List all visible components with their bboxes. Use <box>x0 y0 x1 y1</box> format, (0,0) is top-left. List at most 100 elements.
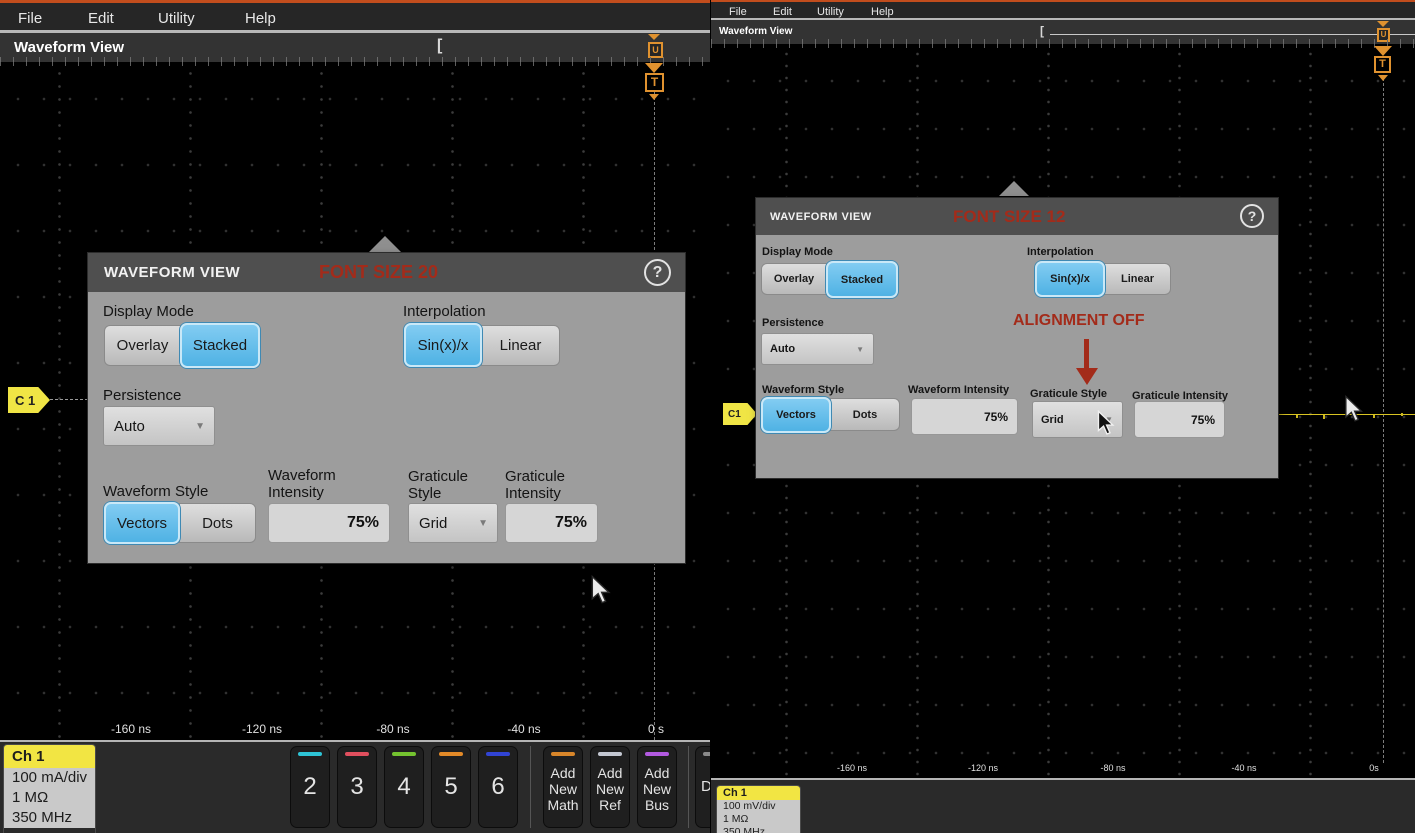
comparison-canvas: File Edit Utility Help Waveform View [ U… <box>0 0 1415 833</box>
time-axis-label: -40 ns <box>1231 763 1256 773</box>
display-mode-label: Display Mode <box>103 303 194 320</box>
divider <box>530 746 531 828</box>
waveform-style-toggle: Vectors Dots <box>761 398 900 433</box>
trigger-caret-icon <box>648 34 660 40</box>
waveform-intensity-input[interactable]: 75% <box>911 398 1018 435</box>
trace-noise <box>1296 415 1298 418</box>
waveform-view-dialog: WAVEFORM VIEW FONT SIZE 12 ? Display Mod… <box>756 198 1278 478</box>
menu-utility[interactable]: Utility <box>158 10 195 27</box>
add-new-bus-button[interactable]: Add New Bus <box>637 746 677 828</box>
help-button[interactable]: ? <box>644 259 671 286</box>
trigger-arrow-icon <box>645 63 663 73</box>
dialog-notch-icon <box>368 236 402 253</box>
ref-color-stripe <box>598 752 622 756</box>
dialog-header[interactable]: WAVEFORM VIEW FONT SIZE 20 ? <box>88 253 685 292</box>
menu-edit[interactable]: Edit <box>88 10 114 27</box>
waveform-style-label: Waveform Style <box>103 483 208 500</box>
linear-button[interactable]: Linear <box>481 325 560 366</box>
graticule-top-ticks <box>711 44 1415 48</box>
scope-screenshot-left: File Edit Utility Help Waveform View [ U… <box>0 0 710 833</box>
trigger-flag[interactable]: T <box>645 73 664 92</box>
persistence-value: Auto <box>770 343 795 355</box>
trace-noise <box>1373 415 1375 418</box>
channel-number: 2 <box>303 773 316 801</box>
annotation-arrow-shaft <box>1084 339 1089 369</box>
help-button[interactable]: ? <box>1240 204 1264 228</box>
mouse-cursor-dropdown <box>1097 410 1115 436</box>
graticule-intensity-input[interactable]: 75% <box>1134 401 1225 438</box>
sinx-button[interactable]: Sin(x)/x <box>1035 261 1105 297</box>
upper-marker-flag[interactable]: U <box>648 42 663 58</box>
waveform-intensity-input[interactable]: 75% <box>268 503 390 543</box>
channel-2-button[interactable]: 2 <box>290 746 330 828</box>
add-new-ref-button[interactable]: Add New Ref <box>590 746 630 828</box>
tab-waveform-view[interactable]: Waveform View <box>14 39 124 56</box>
interpolation-label: Interpolation <box>1027 246 1094 259</box>
interpolation-toggle: Sin(x)/x Linear <box>1035 263 1171 297</box>
menu-file[interactable]: File <box>18 10 42 27</box>
bus-color-stripe <box>645 752 669 756</box>
vectors-button[interactable]: Vectors <box>761 397 831 433</box>
time-axis-label: -160 ns <box>111 722 151 736</box>
trigger-flag[interactable]: T <box>1374 56 1391 73</box>
graticule-top-ticks <box>0 62 710 66</box>
stacked-button[interactable]: Stacked <box>826 261 898 298</box>
trigger-flag-tail-icon <box>1378 75 1388 81</box>
dots-button[interactable]: Dots <box>179 503 256 543</box>
channel-impedance: 1 MΩ <box>4 788 95 808</box>
graticule-intensity-input[interactable]: 75% <box>505 503 598 543</box>
channel-6-button[interactable]: 6 <box>478 746 518 828</box>
channel-impedance: 1 MΩ <box>717 813 800 826</box>
channel-number: 3 <box>350 773 363 801</box>
stacked-button[interactable]: Stacked <box>180 323 260 368</box>
menu-help[interactable]: Help <box>245 10 276 27</box>
partial-button[interactable]: D <box>695 746 710 828</box>
channel-3-button[interactable]: 3 <box>337 746 377 828</box>
display-mode-label: Display Mode <box>762 246 833 259</box>
interpolation-label: Interpolation <box>403 303 486 320</box>
waveform-intensity-label: Waveform Intensity <box>908 384 1009 397</box>
mouse-cursor <box>1344 395 1364 423</box>
channel-number: 5 <box>444 773 457 801</box>
persistence-dropdown[interactable]: Auto ▼ <box>103 406 215 446</box>
menu-edit[interactable]: Edit <box>773 6 792 18</box>
linear-button[interactable]: Linear <box>1104 263 1171 295</box>
menu-file[interactable]: File <box>729 6 747 18</box>
channel-5-button[interactable]: 5 <box>431 746 471 828</box>
overlay-button[interactable]: Overlay <box>104 325 181 366</box>
dialog-header[interactable]: WAVEFORM VIEW FONT SIZE 12 ? <box>756 198 1278 235</box>
waveform-intensity-label: Waveform Intensity <box>268 467 363 502</box>
channel-bandwidth: 350 MHz <box>4 808 95 828</box>
partial-button-label: D <box>701 779 710 796</box>
persistence-dropdown[interactable]: Auto ▼ <box>761 333 874 365</box>
dots-button[interactable]: Dots <box>830 398 900 431</box>
tab-waveform-view[interactable]: Waveform View <box>719 26 792 37</box>
channel-1-badge[interactable]: Ch 1 100 mA/div 1 MΩ 350 MHz <box>3 744 96 833</box>
results-bar: Ch 1 100 mA/div 1 MΩ 350 MHz 2 3 4 <box>0 742 710 833</box>
tab-bar: Waveform View [ U <box>711 20 1415 44</box>
add-button-label: Add New Ref <box>591 766 629 813</box>
menu-bar: File Edit Utility Help <box>0 0 710 30</box>
channel-scale: 100 mV/div <box>717 800 800 813</box>
overlay-button[interactable]: Overlay <box>761 263 827 295</box>
add-new-math-button[interactable]: Add New Math <box>543 746 583 828</box>
results-bar: Ch 1 100 mV/div 1 MΩ 350 MHz <box>711 780 1415 833</box>
dialog-title: WAVEFORM VIEW <box>104 264 240 281</box>
persistence-value: Auto <box>114 418 145 435</box>
mouse-cursor <box>590 575 612 605</box>
display-mode-toggle: Overlay Stacked <box>761 263 898 298</box>
channel-1-badge[interactable]: Ch 1 100 mV/div 1 MΩ 350 MHz <box>716 785 801 833</box>
menu-utility[interactable]: Utility <box>817 6 844 18</box>
vectors-button[interactable]: Vectors <box>104 502 180 544</box>
menu-help[interactable]: Help <box>871 6 894 18</box>
waveform-style-toggle: Vectors Dots <box>104 503 256 544</box>
time-axis-label: -80 ns <box>376 722 409 736</box>
time-axis-label: 0 s <box>648 722 664 736</box>
sinx-button[interactable]: Sin(x)/x <box>404 323 482 367</box>
channel-4-button[interactable]: 4 <box>384 746 424 828</box>
chevron-down-icon: ▼ <box>195 421 205 432</box>
chevron-down-icon: ▼ <box>478 518 488 529</box>
trace-noise <box>1323 415 1325 419</box>
graticule-style-dropdown[interactable]: Grid ▼ <box>408 503 498 543</box>
channel-scale: 100 mA/div <box>4 768 95 788</box>
